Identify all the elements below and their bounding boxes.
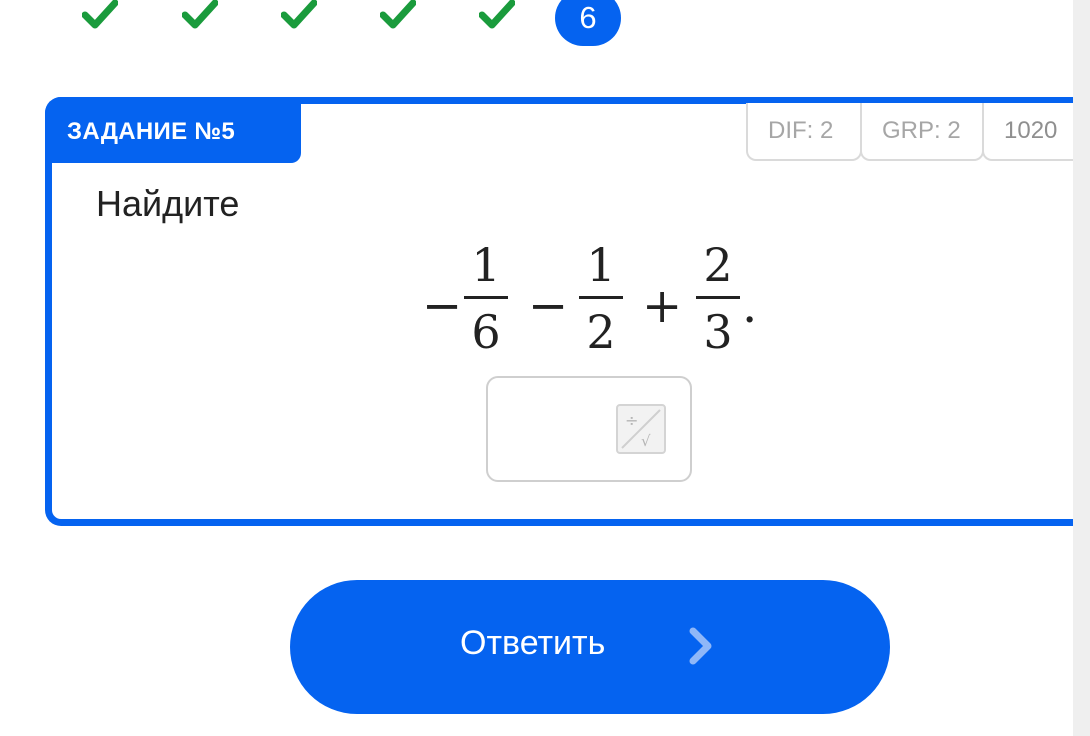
math-keyboard-icon[interactable]: ÷ √: [616, 404, 666, 454]
difficulty-badge: DIF: 2: [746, 103, 862, 161]
fraction-2-denominator: 2: [586, 305, 616, 359]
fraction-3: 2 3: [696, 236, 740, 361]
svg-text:√: √: [641, 432, 651, 450]
expr-operator-1: −: [528, 278, 569, 334]
fraction-1-denominator: 6: [471, 305, 501, 359]
chevron-right-icon: [688, 626, 714, 666]
task-title: ЗАДАНИЕ №5: [45, 97, 301, 163]
step-5-check-icon[interactable]: [479, 0, 515, 30]
progress-steps: 6: [0, 0, 1073, 50]
svg-text:÷: ÷: [625, 411, 638, 430]
page: 6 ЗАДАНИЕ №5 DIF: 2 GRP: 2 1020 Найдите …: [0, 0, 1090, 736]
expr-end-period: .: [742, 278, 758, 334]
step-3-check-icon[interactable]: [281, 0, 317, 30]
step-current[interactable]: 6: [555, 0, 621, 46]
task-prompt: Найдите: [96, 183, 240, 224]
fraction-1-numerator: 1: [471, 238, 501, 292]
fraction-2: 1 2: [579, 236, 623, 361]
step-2-check-icon[interactable]: [182, 0, 218, 30]
fraction-3-bar: [696, 296, 740, 299]
fraction-2-numerator: 1: [586, 238, 616, 292]
fraction-3-numerator: 2: [703, 238, 733, 292]
fraction-3-denominator: 3: [703, 305, 733, 359]
submit-label: Ответить: [460, 624, 606, 662]
scrollbar[interactable]: [1073, 0, 1090, 736]
task-id-badge: 1020: [982, 103, 1077, 161]
expr-lead-sign: −: [422, 278, 463, 334]
fraction-1-bar: [464, 296, 508, 299]
step-1-check-icon[interactable]: [82, 0, 118, 30]
fraction-1: 1 6: [464, 236, 508, 361]
group-badge: GRP: 2: [860, 103, 984, 161]
submit-answer-button[interactable]: Ответить: [290, 580, 890, 714]
step-4-check-icon[interactable]: [380, 0, 416, 30]
fraction-2-bar: [579, 296, 623, 299]
math-keyboard-button[interactable]: ÷ √: [616, 404, 668, 456]
expr-operator-2: +: [642, 278, 683, 334]
